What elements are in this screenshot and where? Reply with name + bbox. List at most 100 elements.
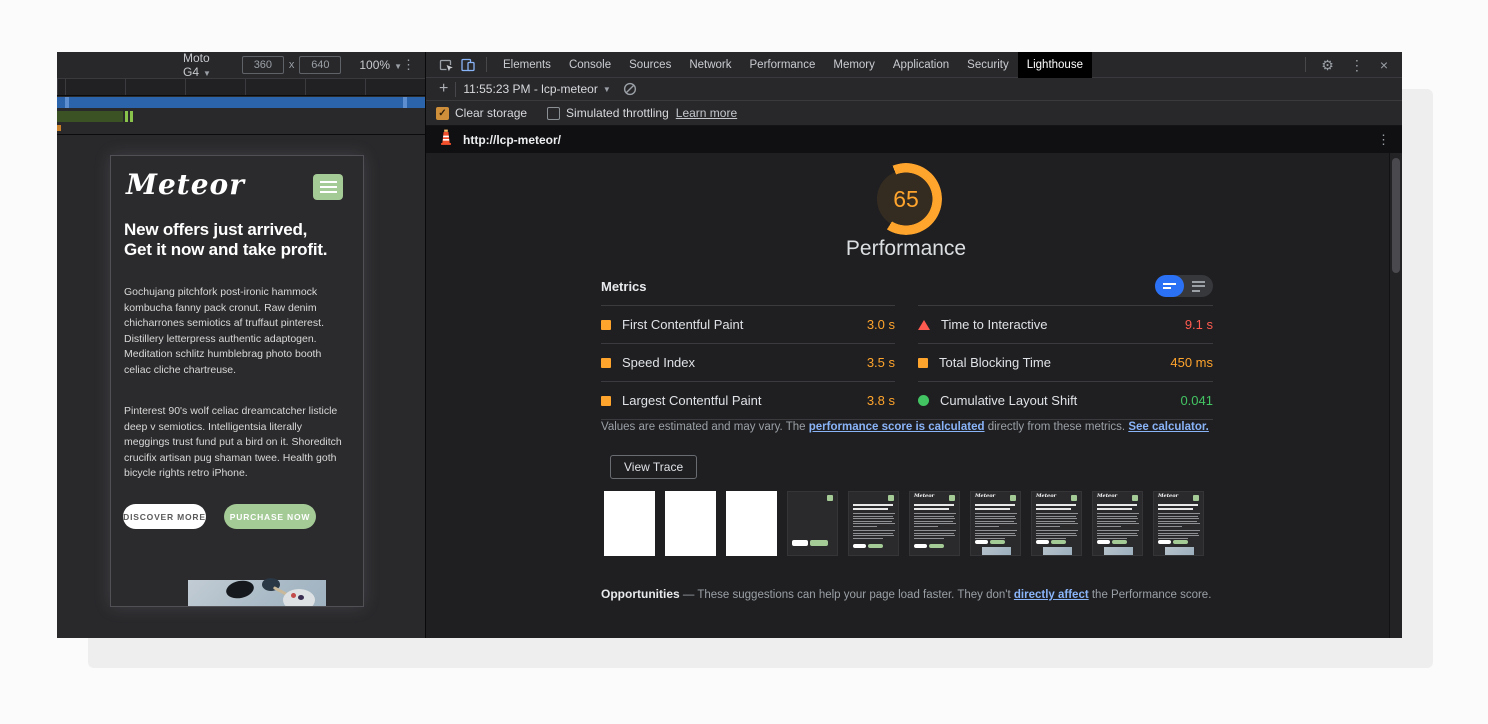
chevron-down-icon: ▼: [394, 62, 402, 71]
scrollbar-thumb[interactable]: [1392, 158, 1400, 273]
photo-berry: [298, 595, 304, 600]
metrics-view-toggle: [1155, 275, 1213, 297]
orange-square-icon: [918, 358, 928, 368]
tab-performance[interactable]: Performance: [741, 52, 825, 78]
zoom-level-label: 100%: [359, 58, 390, 72]
opportunities-section-header: Opportunities — These suggestions can he…: [601, 587, 1211, 601]
media-query-segment: [57, 111, 123, 122]
media-query-bar-green[interactable]: [57, 111, 425, 122]
inspect-element-icon[interactable]: [437, 56, 455, 74]
filmstrip-thumbnail: [726, 491, 777, 556]
metrics-header: Metrics: [601, 273, 1213, 299]
devtools-window: Moto G4▼ x 100% ▼ ⋮ Meteor: [57, 52, 1401, 638]
tab-elements[interactable]: Elements: [494, 52, 560, 78]
metric-name: Time to Interactive: [941, 317, 1047, 332]
settings-gear-icon[interactable]: ⚙: [1321, 52, 1334, 78]
report-url: http://lcp-meteor/: [463, 133, 561, 147]
opportunities-title: Opportunities: [601, 587, 680, 601]
see-calculator-link[interactable]: See calculator.: [1128, 421, 1209, 433]
viewport-ruler: [57, 79, 425, 96]
viewport-width-input[interactable]: [242, 56, 284, 74]
hero-heading-line1: New offers just arrived,: [124, 220, 352, 240]
dimension-times-label: x: [289, 59, 295, 71]
score-calculated-link[interactable]: performance score is calculated: [809, 421, 985, 433]
learn-more-link[interactable]: Learn more: [676, 106, 737, 120]
metric-row: First Contentful Paint 3.0 s: [601, 305, 895, 343]
clear-storage-checkbox[interactable]: ✓: [436, 107, 449, 120]
metric-value: 450 ms: [1170, 355, 1213, 370]
metric-value: 3.5 s: [867, 355, 895, 370]
media-query-marker: [403, 97, 407, 108]
tab-memory[interactable]: Memory: [824, 52, 884, 78]
report-url-bar: http://lcp-meteor/ ⋮: [426, 126, 1402, 153]
hero-heading-line2: Get it now and take profit.: [124, 240, 352, 260]
metric-name: First Contentful Paint: [622, 317, 743, 332]
simulated-throttling-label: Simulated throttling: [566, 106, 669, 120]
opportunities-separator: —: [680, 589, 698, 601]
zoom-level-dropdown[interactable]: 100% ▼: [359, 58, 402, 72]
filmstrip-thumbnail: Meteor: [970, 491, 1021, 556]
filmstrip-thumbnail: [787, 491, 838, 556]
hamburger-bar: [320, 181, 337, 183]
directly-affect-link[interactable]: directly affect: [1014, 589, 1089, 601]
metric-name: Cumulative Layout Shift: [940, 393, 1077, 408]
divider: [455, 82, 456, 97]
performance-score-value[interactable]: 65: [870, 163, 942, 235]
tab-sources[interactable]: Sources: [620, 52, 680, 78]
viewport-height-input[interactable]: [299, 56, 341, 74]
discover-more-button[interactable]: DISCOVER MORE: [123, 504, 206, 529]
photo-berry: [291, 593, 296, 598]
hero-paragraph-1: Gochujang pitchfork post-ironic hammock …: [124, 285, 348, 378]
report-selector[interactable]: 11:55:23 PM - lcp-meteor: [463, 82, 598, 96]
site-logo: Meteor: [126, 168, 245, 201]
metrics-list-view-button[interactable]: [1184, 275, 1213, 297]
orange-square-icon: [601, 358, 611, 368]
divider: [57, 134, 425, 135]
devtools-tab-bar: Elements Console Sources Network Perform…: [426, 52, 1402, 78]
report-scrollbar[interactable]: [1389, 153, 1402, 638]
metric-value: 0.041: [1180, 393, 1213, 408]
device-model-dropdown[interactable]: Moto G4▼: [183, 51, 224, 79]
device-toolbar-toggle-icon[interactable]: [459, 56, 477, 74]
hero-paragraph-2: Pinterest 90's wolf celiac dreamcatcher …: [124, 404, 348, 482]
device-emulation-pane: Moto G4▼ x 100% ▼ ⋮ Meteor: [57, 52, 425, 638]
divider: [486, 57, 487, 72]
hamburger-bar: [320, 191, 337, 193]
tab-network[interactable]: Network: [680, 52, 740, 78]
metric-value: 3.0 s: [867, 317, 895, 332]
new-report-button[interactable]: +: [439, 79, 448, 99]
tab-console[interactable]: Console: [560, 52, 620, 78]
purchase-now-button[interactable]: PURCHASE NOW: [224, 504, 316, 529]
metrics-grid-view-button[interactable]: [1155, 275, 1184, 297]
disclaimer-text: directly from these metrics.: [985, 421, 1129, 433]
lighthouse-report: 65 Performance Metrics First Contentful …: [426, 153, 1402, 638]
filmstrip-thumbnail: Meteor: [909, 491, 960, 556]
emulated-device-screen: Meteor New offers just arrived, Get it n…: [110, 155, 364, 607]
metric-name: Largest Contentful Paint: [622, 393, 761, 408]
close-icon[interactable]: ×: [1380, 52, 1388, 78]
hamburger-menu-button[interactable]: [313, 174, 343, 200]
tab-application[interactable]: Application: [884, 52, 958, 78]
metric-value: 3.8 s: [867, 393, 895, 408]
media-query-bar-orange[interactable]: [57, 125, 61, 131]
metrics-title: Metrics: [601, 279, 647, 294]
clear-reports-icon[interactable]: [621, 80, 639, 98]
performance-category-title[interactable]: Performance: [756, 237, 1056, 261]
lighthouse-options-bar: ✓ Clear storage Simulated throttling Lea…: [426, 101, 1402, 126]
simulated-throttling-checkbox[interactable]: [547, 107, 560, 120]
device-toolbar-menu-icon[interactable]: ⋮: [402, 57, 415, 73]
media-query-bar-blue[interactable]: [57, 97, 425, 108]
tab-lighthouse[interactable]: Lighthouse: [1018, 52, 1092, 78]
load-filmstrip: Meteor Meteor Meteor: [604, 491, 1204, 556]
tab-security[interactable]: Security: [958, 52, 1018, 78]
filmstrip-thumbnail: [604, 491, 655, 556]
opportunities-text: the Performance score.: [1089, 589, 1212, 601]
devtools-menu-kebab-icon[interactable]: ⋮: [1350, 52, 1364, 78]
lighthouse-logo-icon: [439, 129, 453, 151]
chevron-down-icon[interactable]: ▼: [603, 85, 611, 94]
report-options-kebab-icon[interactable]: ⋮: [1377, 132, 1390, 148]
filmstrip-thumbnail: [665, 491, 716, 556]
view-trace-button[interactable]: View Trace: [610, 455, 697, 479]
metric-row: Total Blocking Time 450 ms: [918, 343, 1213, 381]
metric-row: Largest Contentful Paint 3.8 s: [601, 381, 895, 419]
